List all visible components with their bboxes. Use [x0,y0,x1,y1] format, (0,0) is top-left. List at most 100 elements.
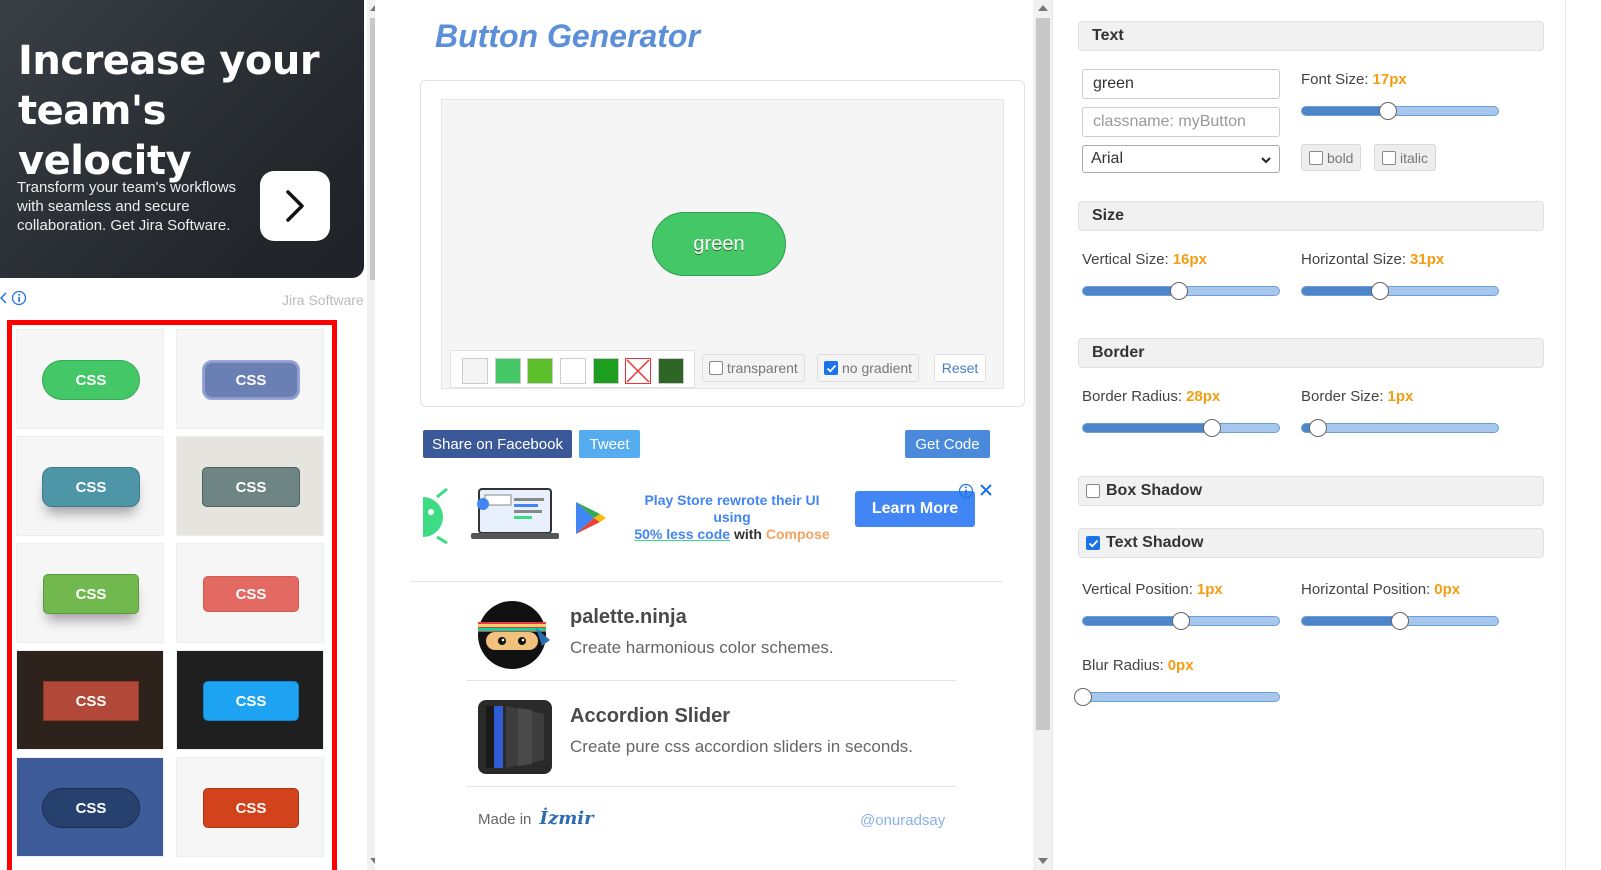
text-section-header[interactable]: Text [1078,21,1544,51]
gallery-cell[interactable]: CSS [16,329,164,429]
checkbox-icon[interactable] [709,361,723,375]
slider-knob[interactable] [1074,688,1092,706]
slider-fill [1083,287,1180,295]
scroll-down-icon[interactable] [1038,858,1048,864]
swatch-none-icon[interactable] [625,358,651,384]
jira-ad-card[interactable]: Increase your team's velocity Transform … [0,0,364,278]
scroll-up-icon[interactable] [370,5,375,11]
gallery-cell[interactable]: CSS [16,543,164,643]
promo-title[interactable]: palette.ninja [570,606,687,629]
checkbox-icon[interactable] [1382,150,1396,165]
scroll-up-icon[interactable] [1038,5,1048,11]
gallery-css-button[interactable]: CSS [42,788,140,828]
slider-knob[interactable] [1172,612,1190,630]
text-shadow-label: Text Shadow [1106,534,1204,551]
horizontal-position-label-text: Horizontal Position: [1301,581,1431,598]
vertical-size-label-text: Vertical Size: [1082,251,1169,268]
blur-radius-label: Blur Radius: 0px [1082,657,1194,674]
swatch-light[interactable] [462,358,488,384]
slider-knob[interactable] [1203,419,1222,437]
accordion-icon[interactable] [478,700,552,774]
learn-more-button[interactable]: Learn More [855,491,975,527]
slider-knob[interactable] [1170,282,1189,300]
adchoices-icon[interactable] [0,290,30,309]
transparent-checkbox[interactable]: transparent [702,354,805,382]
checkmark-icon[interactable] [824,361,838,375]
border-radius-slider[interactable] [1082,419,1280,437]
left-scrollbar[interactable] [367,0,375,870]
vertical-position-value: 1px [1196,581,1223,598]
checkmark-icon[interactable] [1086,536,1100,550]
blur-radius-slider[interactable] [1074,688,1280,706]
banner-text-highlight: 50% less code [634,526,731,542]
gallery-cell[interactable]: CSS [176,543,324,643]
swatch-dark-green[interactable] [593,358,619,384]
font-size-slider[interactable] [1301,102,1499,120]
swatch-lime[interactable] [527,358,553,384]
banner-text: Play Store rewrote their UI using 50% le… [626,492,838,543]
vertical-position-slider[interactable] [1082,612,1280,630]
banner-text-compose: Compose [765,526,830,542]
scroll-thumb[interactable] [1036,18,1050,730]
checkbox-icon[interactable] [1086,484,1100,498]
swatch-white[interactable] [560,358,586,384]
swatch-green[interactable] [495,358,521,384]
gallery-cell[interactable]: CSS [176,650,324,750]
border-size-slider[interactable] [1301,419,1499,437]
classname-input[interactable]: classname: myButton [1082,107,1280,137]
slider-knob[interactable] [1371,282,1390,300]
gallery-cell[interactable]: CSS [16,757,164,857]
twitter-handle[interactable]: @onuradsay [860,812,945,829]
gallery-cell[interactable]: CSS [16,650,164,750]
no-gradient-checkbox[interactable]: no gradient [817,354,920,382]
italic-toggle[interactable]: italic [1374,144,1437,171]
swatch-forest[interactable] [658,358,684,384]
slider-fill [1302,617,1400,625]
ad-info-close-icon[interactable] [958,482,998,500]
gallery-css-button[interactable]: CSS [202,360,300,400]
get-code-button[interactable]: Get Code [905,430,990,458]
scroll-down-icon[interactable] [370,858,375,864]
slider-knob[interactable] [1308,419,1327,437]
scroll-thumb[interactable] [370,18,375,280]
text-shadow-header[interactable]: Text Shadow [1078,528,1544,558]
bold-toggle[interactable]: bold [1301,144,1362,171]
font-size-label-text: Font Size: [1301,71,1369,88]
font-family-select[interactable]: Arial [1082,145,1280,173]
play-store-icon [576,502,606,534]
gallery-cell[interactable]: CSS [176,436,324,536]
gallery-css-button[interactable]: CSS [43,574,139,614]
checkbox-icon[interactable] [1309,150,1323,165]
tweet-button[interactable]: Tweet [579,430,640,458]
gallery-css-button[interactable]: CSS [203,576,299,612]
reset-button[interactable]: Reset [934,354,986,382]
share-facebook-button[interactable]: Share on Facebook [423,430,572,458]
gallery-css-button[interactable]: CSS [42,467,140,507]
gallery-css-button[interactable]: CSS [42,360,140,400]
italic-label: italic [1400,149,1429,166]
left-column: Increase your team's velocity Transform … [0,0,375,870]
gallery-css-button[interactable]: CSS [43,681,139,721]
horizontal-size-slider[interactable] [1301,282,1499,300]
gallery-cell[interactable]: CSS [176,757,324,857]
compose-ad-banner[interactable]: Play Store rewrote their UI using 50% le… [423,480,998,554]
main-scrollbar[interactable] [1033,0,1053,870]
size-section-header[interactable]: Size [1078,201,1544,231]
horizontal-size-label-text: Horizontal Size: [1301,251,1407,268]
promo-title[interactable]: Accordion Slider [570,705,730,728]
gallery-css-button[interactable]: CSS [203,681,299,721]
preview-button[interactable]: green [652,212,786,276]
gallery-css-button[interactable]: CSS [203,788,299,828]
horizontal-position-slider[interactable] [1301,612,1499,630]
chevron-right-icon[interactable] [260,171,330,241]
ninja-icon[interactable] [476,600,552,670]
border-section-header[interactable]: Border [1078,338,1544,368]
slider-knob[interactable] [1391,612,1409,630]
vertical-size-slider[interactable] [1082,282,1280,300]
slider-knob[interactable] [1379,102,1398,120]
gallery-cell[interactable]: CSS [176,329,324,429]
button-text-input[interactable]: green [1082,69,1280,99]
gallery-cell[interactable]: CSS [16,436,164,536]
gallery-css-button[interactable]: CSS [202,467,300,507]
box-shadow-header[interactable]: Box Shadow [1078,476,1544,506]
